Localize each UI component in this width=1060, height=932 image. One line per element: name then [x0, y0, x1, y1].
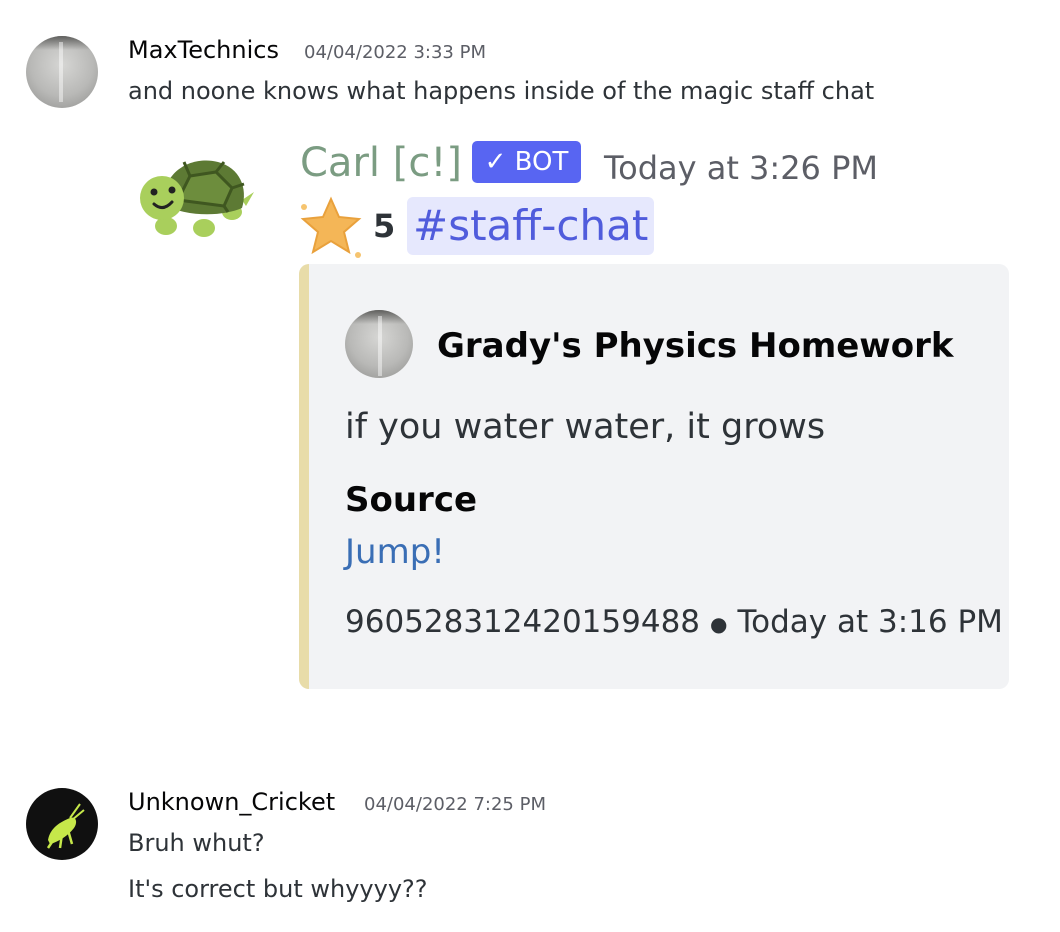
starboard-embed: Grady's Physics Homework if you water wa…	[299, 264, 1009, 689]
star-icon	[300, 196, 362, 258]
embed-accent-bar	[299, 264, 309, 689]
turtle-icon[interactable]	[138, 154, 256, 240]
channel-mention[interactable]: #staff-chat	[407, 197, 655, 255]
bot-badge: ✓ BOT	[472, 141, 581, 183]
message-text: and noone knows what happens inside of t…	[128, 77, 875, 105]
embed-field-name: Source	[345, 480, 478, 520]
bot-username[interactable]: Carl [c!]	[300, 140, 462, 186]
username[interactable]: MaxTechnics	[128, 36, 279, 64]
username[interactable]: Unknown_Cricket	[128, 788, 335, 816]
avatar[interactable]	[26, 36, 98, 108]
embed-author-avatar[interactable]	[345, 310, 413, 378]
bot-timestamp: Today at 3:26 PM	[604, 149, 878, 187]
jump-link[interactable]: Jump!	[345, 532, 445, 572]
embed-footer: 960528312420159488 ● Today at 3:16 PM	[345, 604, 1003, 640]
star-count: 5	[373, 207, 396, 245]
bullet-separator: ●	[710, 611, 728, 636]
message-timestamp: 04/04/2022 3:33 PM	[304, 42, 486, 63]
message-text: Bruh whut?	[128, 829, 265, 857]
embed-author[interactable]: Grady's Physics Homework	[437, 326, 953, 366]
avatar[interactable]	[26, 788, 98, 860]
message-timestamp: 04/04/2022 7:25 PM	[364, 794, 546, 815]
cricket-icon	[46, 803, 85, 849]
message-text: It's correct but whyyyy??	[128, 875, 428, 903]
embed-footer-id: 960528312420159488	[345, 604, 701, 640]
embed-footer-time: Today at 3:16 PM	[737, 604, 1003, 640]
embed-description: if you water water, it grows	[345, 407, 826, 447]
